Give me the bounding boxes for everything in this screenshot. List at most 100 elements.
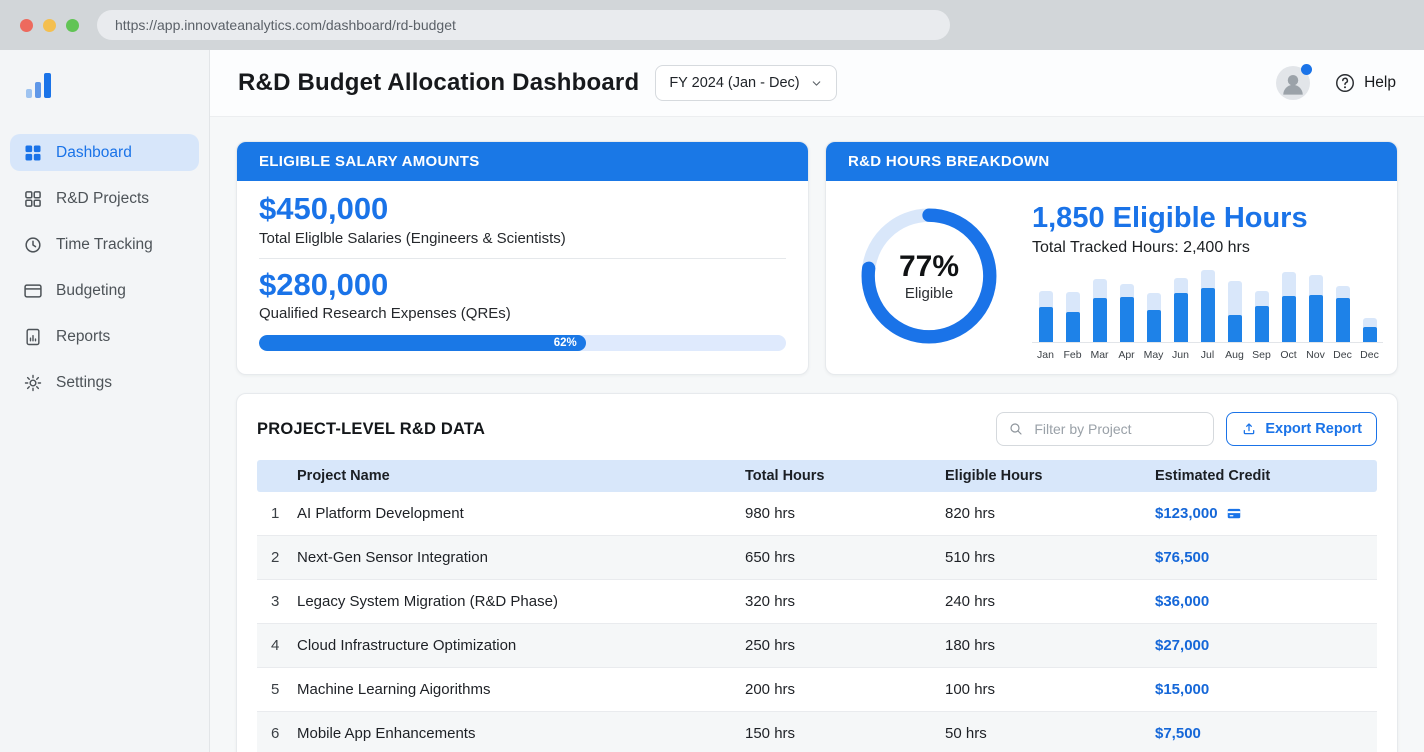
project-name-cell: Next-Gen Sensor Integration bbox=[297, 549, 745, 566]
table-title: PROJECT-LEVEL R&D DATA bbox=[257, 420, 485, 439]
hours-card-header: R&D HOURS BREAKDOWN bbox=[826, 142, 1397, 181]
salary-card-header: ELIGIBLE SALARY AMOUNTS bbox=[237, 142, 808, 181]
address-bar[interactable]: https://app.innovateanalytics.com/dashbo… bbox=[97, 10, 950, 40]
total-salaries-value: $450,000 bbox=[259, 192, 786, 227]
estimated-credit-cell: $7,500 bbox=[1155, 725, 1377, 742]
credit-value: $76,500 bbox=[1155, 549, 1209, 566]
sidebar-item-budgeting[interactable]: Budgeting bbox=[10, 272, 199, 309]
table-header-row: Project Name Total Hours Eligible Hours … bbox=[257, 460, 1377, 492]
eligible-hours-cell: 50 hrs bbox=[945, 725, 1155, 742]
sidebar-item-rd-projects[interactable]: R&D Projects bbox=[10, 180, 199, 217]
dashboard-content: ELIGIBLE SALARY AMOUNTS $450,000 Total E… bbox=[210, 117, 1424, 752]
month-bar bbox=[1032, 270, 1059, 342]
month-bar bbox=[1302, 270, 1329, 342]
month-label: Jul bbox=[1194, 349, 1221, 361]
credit-value: $7,500 bbox=[1155, 725, 1201, 742]
eligible-hours-cell: 100 hrs bbox=[945, 681, 1155, 698]
sidebar: Dashboard R&D Projects Time Tracking bbox=[0, 50, 210, 752]
month-label: Aug bbox=[1221, 349, 1248, 361]
month-bar bbox=[1356, 270, 1383, 342]
project-filter-field[interactable] bbox=[996, 412, 1214, 446]
browser-chrome: https://app.innovateanalytics.com/dashbo… bbox=[0, 0, 1424, 50]
sidebar-item-time-tracking[interactable]: Time Tracking bbox=[10, 226, 199, 263]
estimated-credit-cell: $15,000 bbox=[1155, 681, 1377, 698]
total-hours-cell: 650 hrs bbox=[745, 549, 945, 566]
upload-icon bbox=[1241, 421, 1257, 437]
month-bar bbox=[1248, 270, 1275, 342]
sidebar-item-label: Dashboard bbox=[56, 144, 132, 162]
estimated-credit-cell: $27,000 bbox=[1155, 637, 1377, 654]
sidebar-item-dashboard[interactable]: Dashboard bbox=[10, 134, 199, 171]
table-row: 6 Mobile App Enhancements 150 hrs 50 hrs… bbox=[257, 712, 1377, 752]
clock-icon bbox=[23, 235, 43, 255]
monthly-labels: JanFebMarAprMayJunJulAugSepOctNovDecDec bbox=[1032, 349, 1383, 361]
project-name-cell: AI Platform Development bbox=[297, 505, 745, 522]
sidebar-item-reports[interactable]: Reports bbox=[10, 318, 199, 355]
month-label: Jan bbox=[1032, 349, 1059, 361]
zoom-window-button[interactable] bbox=[66, 19, 79, 32]
eligible-hours-cell: 240 hrs bbox=[945, 593, 1155, 610]
project-level-data-card: PROJECT-LEVEL R&D DATA Export Report Pro… bbox=[236, 393, 1398, 752]
estimated-credit-cell: $76,500 bbox=[1155, 549, 1377, 566]
eligible-hours-cell: 510 hrs bbox=[945, 549, 1155, 566]
month-bar bbox=[1167, 270, 1194, 342]
export-report-label: Export Report bbox=[1265, 421, 1362, 437]
month-bar bbox=[1194, 270, 1221, 342]
month-label: Jun bbox=[1167, 349, 1194, 361]
estimated-credit-cell: $36,000 bbox=[1155, 593, 1377, 610]
month-label: Dec bbox=[1356, 349, 1383, 361]
sidebar-item-settings[interactable]: Settings bbox=[10, 364, 199, 401]
search-icon bbox=[1008, 421, 1024, 437]
monthly-bars bbox=[1032, 270, 1383, 343]
minimize-window-button[interactable] bbox=[43, 19, 56, 32]
row-number: 4 bbox=[257, 637, 297, 654]
row-number: 6 bbox=[257, 725, 297, 742]
sidebar-item-label: R&D Projects bbox=[56, 190, 149, 208]
month-label: Nov bbox=[1302, 349, 1329, 361]
credit-value: $36,000 bbox=[1155, 593, 1209, 610]
url-text: https://app.innovateanalytics.com/dashbo… bbox=[115, 17, 456, 33]
browser-window: https://app.innovateanalytics.com/dashbo… bbox=[0, 0, 1424, 752]
sidebar-item-label: Budgeting bbox=[56, 282, 126, 300]
table-body: 1 AI Platform Development 980 hrs 820 hr… bbox=[257, 492, 1377, 752]
question-circle-icon bbox=[1334, 72, 1356, 94]
row-number: 2 bbox=[257, 549, 297, 566]
month-label: May bbox=[1140, 349, 1167, 361]
column-total-hours: Total Hours bbox=[745, 468, 945, 484]
close-window-button[interactable] bbox=[20, 19, 33, 32]
fiscal-year-selector[interactable]: FY 2024 (Jan - Dec) bbox=[655, 65, 836, 101]
project-filter-input[interactable] bbox=[1032, 420, 1202, 438]
total-hours-cell: 250 hrs bbox=[745, 637, 945, 654]
gear-icon bbox=[23, 373, 43, 393]
table-row: 5 Machine Learning Aigorithms 200 hrs 10… bbox=[257, 668, 1377, 712]
donut-percent-label: 77% bbox=[899, 250, 959, 284]
month-label: Feb bbox=[1059, 349, 1086, 361]
qre-progress-fill: 62% bbox=[259, 335, 586, 351]
project-name-cell: Legacy System Migration (R&D Phase) bbox=[297, 593, 745, 610]
table-row: 1 AI Platform Development 980 hrs 820 hr… bbox=[257, 492, 1377, 536]
row-number: 5 bbox=[257, 681, 297, 698]
column-estimated-credit: Estimated Credit bbox=[1155, 468, 1377, 484]
report-icon bbox=[23, 327, 43, 347]
project-name-cell: Machine Learning Aigorithms bbox=[297, 681, 745, 698]
project-name-cell: Mobile App Enhancements bbox=[297, 725, 745, 742]
month-label: Apr bbox=[1113, 349, 1140, 361]
project-name-cell: Cloud Infrastructure Optimization bbox=[297, 637, 745, 654]
month-bar bbox=[1059, 270, 1086, 342]
column-eligible-hours: Eligible Hours bbox=[945, 468, 1155, 484]
month-bar bbox=[1329, 270, 1356, 342]
eligible-hours-headline: 1,850 Eligible Hours bbox=[1032, 203, 1377, 233]
month-label: Dec bbox=[1329, 349, 1356, 361]
month-bar bbox=[1275, 270, 1302, 342]
user-avatar[interactable] bbox=[1276, 66, 1310, 100]
month-label: Mar bbox=[1086, 349, 1113, 361]
row-number: 1 bbox=[257, 505, 297, 522]
credit-value: $15,000 bbox=[1155, 681, 1209, 698]
export-report-button[interactable]: Export Report bbox=[1226, 412, 1377, 446]
top-bar: R&D Budget Allocation Dashboard FY 2024 … bbox=[210, 50, 1424, 117]
help-button[interactable]: Help bbox=[1334, 72, 1396, 94]
notification-badge bbox=[1301, 64, 1312, 75]
credit-card-icon[interactable] bbox=[1225, 506, 1243, 521]
month-bar bbox=[1086, 270, 1113, 342]
app-logo-icon bbox=[26, 72, 209, 98]
